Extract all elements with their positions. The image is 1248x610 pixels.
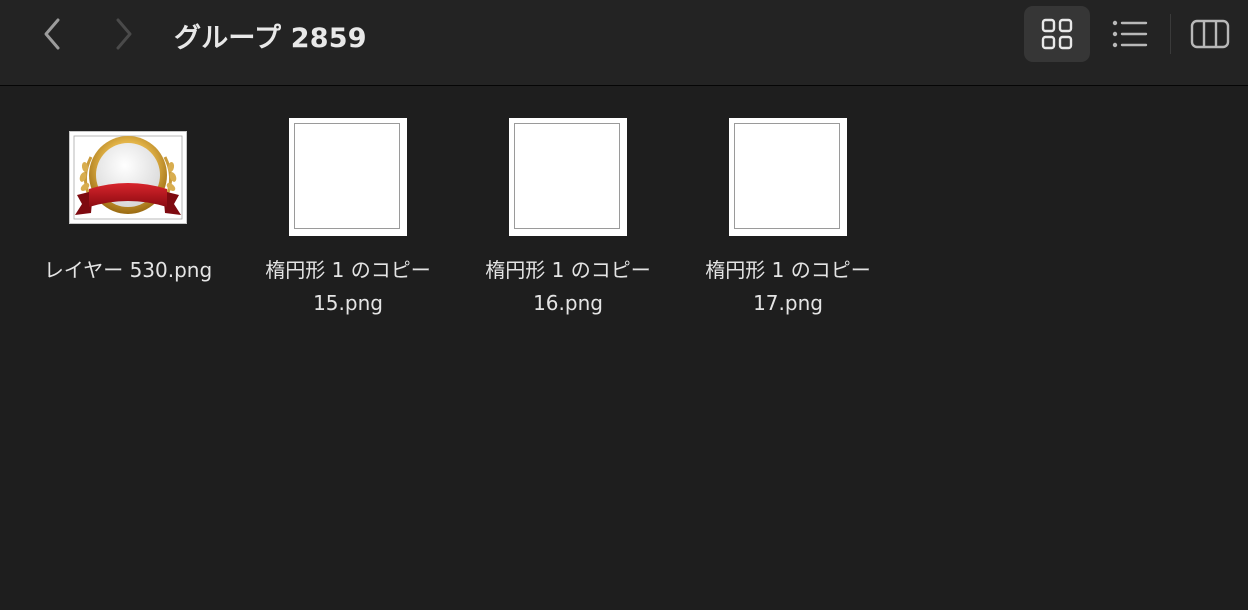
forward-button[interactable] <box>104 14 144 54</box>
file-name: 楕円形 1 のコピー 15.png <box>248 254 448 320</box>
file-item-copy-17[interactable]: 楕円形 1 のコピー 17.png <box>688 87 888 347</box>
medal-icon <box>69 131 187 224</box>
grid-view-button[interactable] <box>1024 6 1090 62</box>
blank-thumbnail <box>729 118 847 236</box>
blank-image <box>514 123 620 229</box>
file-name-line1: レイヤー 530.png <box>43 258 213 282</box>
file-item-layer-530[interactable]: レイヤー 530.png <box>28 87 228 347</box>
column-view-icon <box>1190 19 1230 49</box>
medal-thumbnail <box>69 131 187 224</box>
grid-view-icon <box>1041 18 1073 50</box>
file-name: レイヤー 530.png <box>28 254 228 287</box>
finder-window: グループ 2859 レイヤー 530.png 楕円形 1 のコピー 15.png… <box>0 0 1248 610</box>
blank-thumbnail <box>289 118 407 236</box>
window-title: グループ 2859 <box>174 23 367 54</box>
file-item-copy-16[interactable]: 楕円形 1 のコピー 16.png <box>468 87 668 347</box>
chevron-right-icon <box>116 18 132 50</box>
toolbar-divider <box>1170 14 1171 54</box>
back-button[interactable] <box>32 14 72 54</box>
file-name-line2: 16.png <box>533 291 603 315</box>
file-name-line1: 楕円形 1 のコピー <box>485 258 651 282</box>
blank-image <box>734 123 840 229</box>
file-grid: レイヤー 530.png 楕円形 1 のコピー 15.png 楕円形 1 のコピ… <box>0 87 1248 610</box>
file-item-copy-15[interactable]: 楕円形 1 のコピー 15.png <box>248 87 448 347</box>
column-view-button[interactable] <box>1180 6 1240 62</box>
file-name-line1: 楕円形 1 のコピー <box>265 258 431 282</box>
file-name-line2: 17.png <box>753 291 823 315</box>
list-view-button[interactable] <box>1097 6 1163 62</box>
blank-thumbnail <box>509 118 627 236</box>
file-name-line2: 15.png <box>313 291 383 315</box>
chevron-left-icon <box>44 18 60 50</box>
list-view-icon <box>1112 20 1148 48</box>
blank-image <box>294 123 400 229</box>
toolbar: グループ 2859 <box>0 0 1248 86</box>
file-name-line1: 楕円形 1 のコピー <box>705 258 871 282</box>
file-name: 楕円形 1 のコピー 16.png <box>468 254 668 320</box>
file-name: 楕円形 1 のコピー 17.png <box>688 254 888 320</box>
